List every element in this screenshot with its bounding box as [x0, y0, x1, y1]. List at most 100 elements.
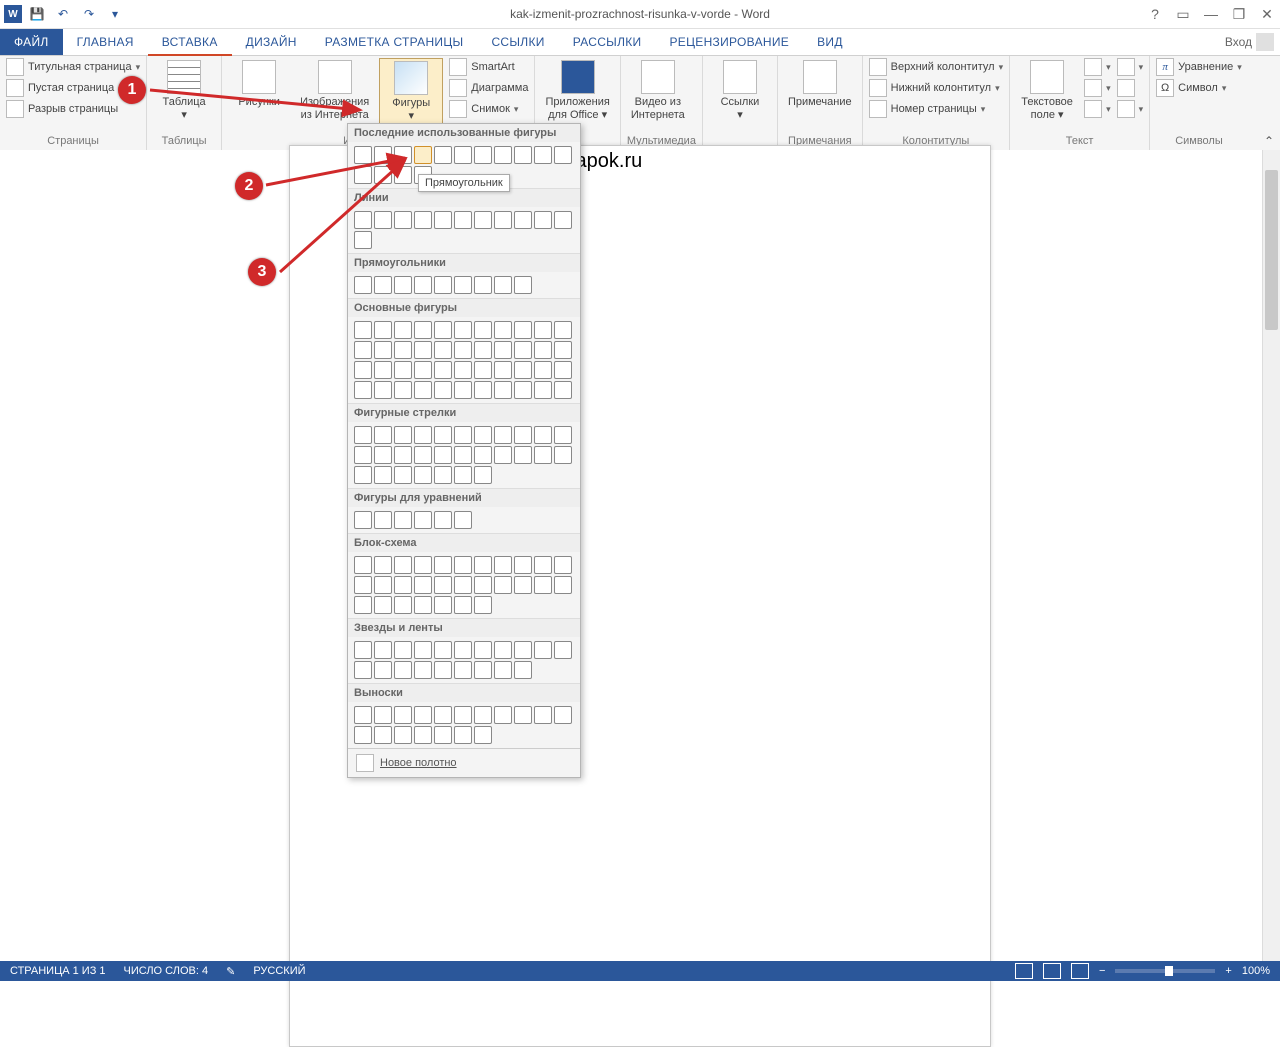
page-number-button[interactable]: Номер страницы — [869, 100, 1003, 118]
shape-item[interactable] — [394, 426, 412, 444]
shape-item[interactable] — [434, 211, 452, 229]
shape-item[interactable] — [374, 511, 392, 529]
vertical-scrollbar[interactable] — [1262, 150, 1280, 961]
shape-item[interactable] — [434, 596, 452, 614]
shape-item[interactable] — [534, 706, 552, 724]
shape-item[interactable] — [534, 576, 552, 594]
zoom-level[interactable]: 100% — [1242, 965, 1270, 977]
shape-item[interactable] — [414, 726, 432, 744]
shape-item[interactable] — [434, 726, 452, 744]
shape-item[interactable] — [514, 576, 532, 594]
restore-button[interactable]: ❐ — [1230, 5, 1248, 23]
shape-item[interactable] — [414, 211, 432, 229]
shape-item[interactable] — [474, 211, 492, 229]
shape-item[interactable] — [354, 596, 372, 614]
smartart-button[interactable]: SmartArt — [449, 58, 528, 76]
status-page[interactable]: СТРАНИЦА 1 ИЗ 1 — [10, 965, 106, 977]
shape-item[interactable] — [494, 276, 512, 294]
pictures-button[interactable]: Рисунки — [228, 58, 290, 111]
shape-item[interactable] — [374, 146, 392, 164]
shape-item[interactable] — [434, 576, 452, 594]
tab-home[interactable]: ГЛАВНАЯ — [63, 29, 148, 55]
shape-item[interactable] — [354, 321, 372, 339]
shape-item[interactable] — [514, 361, 532, 379]
equation-button[interactable]: πУравнение — [1156, 58, 1242, 76]
shape-item[interactable] — [454, 726, 472, 744]
tab-view[interactable]: ВИД — [803, 29, 857, 55]
shape-item[interactable] — [394, 556, 412, 574]
shape-item[interactable] — [454, 276, 472, 294]
title-page-button[interactable]: Титульная страница — [6, 58, 140, 76]
shape-item[interactable] — [514, 426, 532, 444]
shape-item[interactable] — [554, 381, 572, 399]
shape-item[interactable] — [454, 211, 472, 229]
shape-item[interactable] — [414, 276, 432, 294]
quickparts-button[interactable] — [1084, 58, 1111, 76]
shape-item[interactable] — [454, 596, 472, 614]
shape-item[interactable] — [494, 361, 512, 379]
shape-item[interactable] — [534, 426, 552, 444]
shape-item[interactable] — [514, 341, 532, 359]
new-canvas-button[interactable]: Новое полотно — [348, 748, 580, 777]
comment-button[interactable]: Примечание — [784, 58, 856, 111]
shape-item[interactable] — [354, 466, 372, 484]
ribbon-display-button[interactable]: ▭ — [1174, 5, 1192, 23]
status-proofing-icon[interactable]: ✎ — [226, 965, 235, 978]
shape-item[interactable] — [554, 341, 572, 359]
shape-item[interactable] — [354, 511, 372, 529]
shape-item[interactable] — [374, 341, 392, 359]
shape-item[interactable] — [554, 426, 572, 444]
shape-item[interactable] — [394, 446, 412, 464]
shape-item[interactable] — [514, 381, 532, 399]
shape-item[interactable] — [414, 341, 432, 359]
shape-item[interactable] — [454, 446, 472, 464]
shape-item[interactable] — [474, 381, 492, 399]
shape-item[interactable] — [414, 466, 432, 484]
shape-item[interactable] — [554, 211, 572, 229]
shape-item[interactable] — [454, 511, 472, 529]
shape-item[interactable] — [414, 576, 432, 594]
shape-item[interactable] — [454, 466, 472, 484]
shape-item[interactable] — [394, 511, 412, 529]
sign-in[interactable]: Вход — [1225, 29, 1274, 55]
qat-customize-button[interactable]: ▾ — [104, 3, 126, 25]
tab-insert[interactable]: ВСТАВКА — [148, 29, 232, 55]
shape-item[interactable] — [454, 146, 472, 164]
shape-item[interactable] — [474, 466, 492, 484]
tab-file[interactable]: ФАЙЛ — [0, 29, 63, 55]
shape-item[interactable] — [494, 211, 512, 229]
shape-item[interactable] — [474, 706, 492, 724]
shape-item[interactable] — [514, 211, 532, 229]
shape-item[interactable] — [374, 321, 392, 339]
status-language[interactable]: РУССКИЙ — [253, 965, 305, 977]
close-button[interactable]: ✕ — [1258, 5, 1276, 23]
shape-item[interactable] — [474, 576, 492, 594]
save-button[interactable]: 💾 — [26, 3, 48, 25]
shape-item[interactable] — [354, 446, 372, 464]
shape-item[interactable] — [494, 146, 512, 164]
tab-references[interactable]: ССЫЛКИ — [477, 29, 558, 55]
shape-item[interactable] — [494, 706, 512, 724]
shape-item[interactable] — [414, 596, 432, 614]
zoom-slider[interactable] — [1115, 969, 1215, 973]
shape-item[interactable] — [354, 726, 372, 744]
shape-item[interactable] — [534, 321, 552, 339]
shape-item[interactable] — [474, 426, 492, 444]
wordart-button[interactable] — [1084, 79, 1111, 97]
shape-item[interactable] — [414, 446, 432, 464]
shape-item[interactable] — [394, 596, 412, 614]
shape-item[interactable] — [374, 361, 392, 379]
footer-button[interactable]: Нижний колонтитул — [869, 79, 1003, 97]
table-button[interactable]: Таблица▾ — [153, 58, 215, 123]
shape-item[interactable] — [434, 706, 452, 724]
datetime-button[interactable] — [1117, 79, 1144, 97]
shape-item[interactable] — [374, 466, 392, 484]
shape-item[interactable] — [514, 321, 532, 339]
tab-design[interactable]: ДИЗАЙН — [232, 29, 311, 55]
shape-item[interactable] — [454, 341, 472, 359]
shape-item[interactable] — [414, 381, 432, 399]
shape-item[interactable] — [454, 576, 472, 594]
shape-item[interactable] — [554, 321, 572, 339]
shape-item[interactable] — [514, 706, 532, 724]
shape-item[interactable] — [354, 166, 372, 184]
